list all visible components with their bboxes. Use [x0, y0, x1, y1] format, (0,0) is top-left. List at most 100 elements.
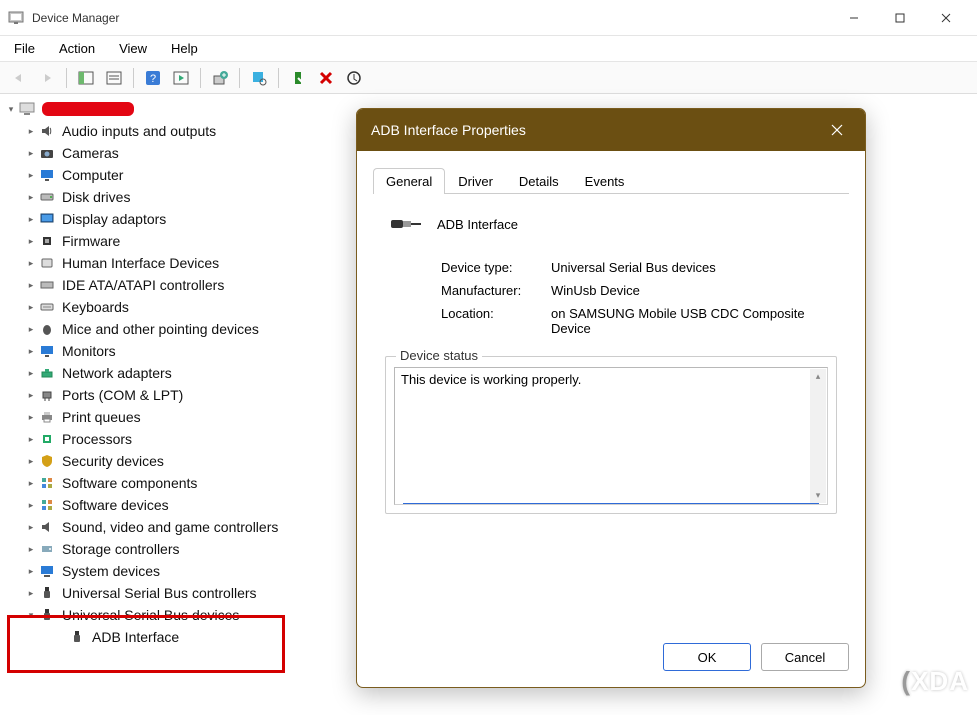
- caret-right-icon[interactable]: ▸: [24, 384, 38, 406]
- caret-right-icon[interactable]: ▸: [24, 142, 38, 164]
- tab-events[interactable]: Events: [572, 168, 638, 194]
- cancel-button[interactable]: Cancel: [761, 643, 849, 671]
- tree-item-label: Software components: [62, 472, 197, 494]
- caret-right-icon[interactable]: ▸: [24, 186, 38, 208]
- caret-right-icon[interactable]: ▸: [24, 406, 38, 428]
- menu-action[interactable]: Action: [55, 39, 99, 58]
- caret-right-icon[interactable]: ▸: [24, 120, 38, 142]
- help-button[interactable]: ?: [140, 65, 166, 91]
- manufacturer-label: Manufacturer:: [441, 283, 551, 298]
- monitor-icon: [38, 167, 56, 183]
- menu-bar: File Action View Help: [0, 36, 977, 62]
- forward-button[interactable]: [34, 65, 60, 91]
- tree-item-label: Human Interface Devices: [62, 252, 219, 274]
- caret-right-icon[interactable]: ▸: [24, 538, 38, 560]
- caret-right-icon[interactable]: ▸: [24, 230, 38, 252]
- device-type-label: Device type:: [441, 260, 551, 275]
- action-button[interactable]: [168, 65, 194, 91]
- close-button[interactable]: [923, 2, 969, 34]
- network-icon: [38, 365, 56, 381]
- tree-item-label: Computer: [62, 164, 123, 186]
- tree-item-label: Software devices: [62, 494, 169, 516]
- dialog-buttons: OK Cancel: [357, 633, 865, 687]
- tree-item-label: Sound, video and game controllers: [62, 516, 278, 538]
- caret-right-icon[interactable]: ▸: [24, 252, 38, 274]
- keyboard-icon: [38, 299, 56, 315]
- app-icon: [8, 10, 24, 26]
- enable-device-button[interactable]: [285, 65, 311, 91]
- camera-icon: [38, 145, 56, 161]
- caret-right-icon[interactable]: ▸: [24, 296, 38, 318]
- tree-item-label: Cameras: [62, 142, 119, 164]
- toolbar-sep: [200, 68, 201, 88]
- tab-details[interactable]: Details: [506, 168, 572, 194]
- menu-help[interactable]: Help: [167, 39, 202, 58]
- cpu-icon: [38, 431, 56, 447]
- scroll-down-icon[interactable]: ▾: [814, 488, 823, 503]
- minimize-button[interactable]: [831, 2, 877, 34]
- caret-right-icon[interactable]: ▸: [24, 340, 38, 362]
- tree-item-label: Monitors: [62, 340, 116, 362]
- disable-device-button[interactable]: [341, 65, 367, 91]
- scroll-up-icon[interactable]: ▴: [814, 369, 823, 384]
- dialog-body: General Driver Details Events ADB Interf…: [357, 151, 865, 633]
- caret-right-icon[interactable]: ▸: [24, 450, 38, 472]
- back-button[interactable]: [6, 65, 32, 91]
- caret-right-icon[interactable]: ▸: [24, 472, 38, 494]
- caret-right-icon[interactable]: ▸: [24, 560, 38, 582]
- manufacturer-value: WinUsb Device: [551, 283, 839, 298]
- tree-item-label: Storage controllers: [62, 538, 180, 560]
- menu-file[interactable]: File: [10, 39, 39, 58]
- caret-right-icon[interactable]: ▸: [24, 362, 38, 384]
- location-value: on SAMSUNG Mobile USB CDC Composite Devi…: [551, 306, 839, 336]
- watermark: (XDA: [901, 666, 969, 697]
- caret-right-icon[interactable]: ▸: [24, 274, 38, 296]
- computer-icon: [18, 101, 36, 117]
- mouse-icon: [38, 321, 56, 337]
- caret-right-icon[interactable]: ▸: [24, 516, 38, 538]
- dialog-content: ADB Interface Device type: Universal Ser…: [371, 194, 851, 524]
- device-status-text: This device is working properly.: [401, 372, 581, 387]
- device-name: ADB Interface: [437, 217, 518, 232]
- toolbar: ?: [0, 62, 977, 94]
- device-status-fieldset: Device status This device is working pro…: [385, 356, 837, 514]
- software-icon: [38, 475, 56, 491]
- ide-icon: [38, 277, 56, 293]
- caret-right-icon[interactable]: ▸: [24, 164, 38, 186]
- menu-view[interactable]: View: [115, 39, 151, 58]
- toolbar-sep: [133, 68, 134, 88]
- dialog-titlebar[interactable]: ADB Interface Properties: [357, 109, 865, 151]
- dialog-tabs: General Driver Details Events: [373, 167, 849, 194]
- caret-right-icon[interactable]: ▸: [24, 208, 38, 230]
- update-driver-button[interactable]: [207, 65, 233, 91]
- caret-right-icon[interactable]: ▸: [24, 582, 38, 604]
- tab-general[interactable]: General: [373, 168, 445, 194]
- dialog-close-button[interactable]: [823, 116, 851, 144]
- maximize-button[interactable]: [877, 2, 923, 34]
- uninstall-device-button[interactable]: [313, 65, 339, 91]
- tree-item-label: Disk drives: [62, 186, 130, 208]
- caret-right-icon[interactable]: ▸: [24, 494, 38, 516]
- scan-hardware-button[interactable]: [246, 65, 272, 91]
- speaker-icon: [38, 123, 56, 139]
- caret-right-icon[interactable]: ▸: [24, 428, 38, 450]
- device-status-textbox[interactable]: This device is working properly. ▴ ▾: [394, 367, 828, 505]
- tree-item-label: Firmware: [62, 230, 120, 252]
- caret-down-icon[interactable]: ▾: [4, 98, 18, 120]
- tab-driver[interactable]: Driver: [445, 168, 506, 194]
- port-icon: [38, 387, 56, 403]
- properties-button[interactable]: [101, 65, 127, 91]
- tree-item-label: Audio inputs and outputs: [62, 120, 216, 142]
- focus-underline: [403, 503, 819, 504]
- caret-right-icon[interactable]: ▸: [24, 318, 38, 340]
- ok-button[interactable]: OK: [663, 643, 751, 671]
- window-title: Device Manager: [32, 11, 831, 25]
- tree-item-label: Ports (COM & LPT): [62, 384, 183, 406]
- toolbar-sep: [239, 68, 240, 88]
- system-icon: [38, 563, 56, 579]
- status-scrollbar[interactable]: ▴ ▾: [810, 369, 826, 503]
- redacted-root-label: [42, 102, 134, 116]
- tree-item-label: Display adaptors: [62, 208, 166, 230]
- show-hide-console-button[interactable]: [73, 65, 99, 91]
- dialog-title: ADB Interface Properties: [371, 122, 526, 138]
